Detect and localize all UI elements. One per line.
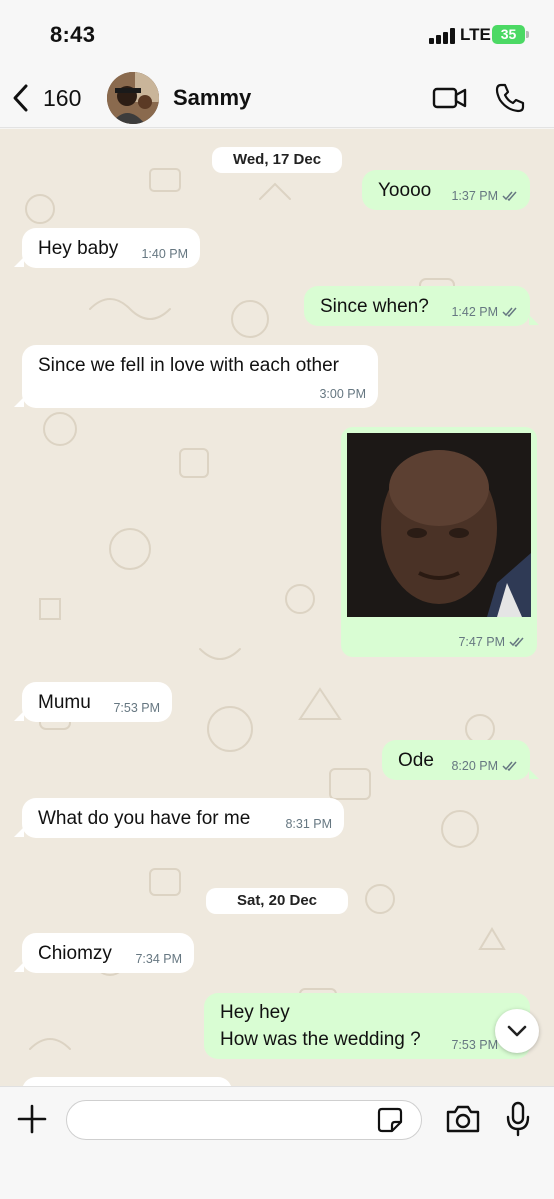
message-text-line-1: Hey hey: [220, 1002, 290, 1023]
message-meta: 7:53 PM: [113, 701, 160, 715]
back-unread-count[interactable]: 160: [43, 85, 81, 112]
scroll-to-bottom-button[interactable]: [495, 1009, 539, 1053]
message-time: 3:00 PM: [319, 387, 366, 401]
date-separator: Wed, 17 Dec: [212, 147, 342, 173]
message-meta: 7:34 PM: [135, 952, 182, 966]
chat-header: 160 Sammy: [0, 70, 554, 128]
message-meta: 1:37 PM: [451, 189, 518, 203]
bubble-tail: [529, 769, 539, 779]
outgoing-message[interactable]: Yoooo 1:37 PM: [362, 170, 530, 210]
message-time: 7:53 PM: [451, 1038, 498, 1052]
outgoing-message[interactable]: Ode 8:20 PM: [382, 740, 530, 780]
message-text: Hey baby: [38, 238, 119, 259]
message-time: 1:40 PM: [141, 247, 188, 261]
microphone-icon[interactable]: [505, 1101, 531, 1137]
incoming-message[interactable]: Since we fell in love with each other 3:…: [22, 345, 378, 408]
message-text: Since when?: [320, 296, 429, 317]
double-check-icon: [502, 191, 517, 201]
message-meta: 3:00 PM: [319, 387, 366, 401]
status-bar: 8:43 LTE 35: [0, 0, 554, 70]
message-text-line-2: How was the wedding ?: [220, 1029, 421, 1050]
message-meta: 1:42 PM: [451, 305, 518, 319]
camera-icon[interactable]: [445, 1104, 481, 1134]
video-call-icon[interactable]: [432, 84, 468, 112]
message-time: 8:31 PM: [285, 817, 332, 831]
message-text: Chiomzy: [38, 943, 112, 964]
message-time: 8:20 PM: [451, 759, 498, 773]
outgoing-message[interactable]: Hey hey How was the wedding ? 7:53 PM: [204, 993, 530, 1059]
message-time: 7:53 PM: [113, 701, 160, 715]
incoming-message[interactable]: Hey baby 1:40 PM: [22, 228, 200, 268]
chevron-down-icon: [507, 1025, 527, 1037]
outgoing-image-message[interactable]: 7:47 PM: [341, 427, 537, 657]
plus-icon[interactable]: [16, 1103, 48, 1135]
contact-name[interactable]: Sammy: [173, 85, 251, 111]
outgoing-message[interactable]: Since when? 1:42 PM: [304, 286, 530, 326]
incoming-message[interactable]: Chiomzy 7:34 PM: [22, 933, 194, 973]
message-meta: 8:20 PM: [451, 759, 518, 773]
chat-area[interactable]: Wed, 17 Dec Yoooo 1:37 PM Hey baby 1:40 …: [0, 129, 554, 1086]
battery-icon: 35: [492, 25, 525, 44]
message-text: Since we fell in love with each other: [38, 355, 339, 376]
message-text: Yoooo: [378, 180, 432, 201]
battery-tip: [526, 31, 529, 38]
message-text: Ode: [398, 750, 434, 771]
message-meta: 7:47 PM: [458, 635, 525, 649]
date-separator: Sat, 20 Dec: [206, 888, 348, 914]
message-text: What do you have for me: [38, 808, 251, 829]
message-meta: 8:31 PM: [285, 817, 332, 831]
signal-strength-icon: [429, 28, 455, 44]
phone-call-icon[interactable]: [494, 82, 526, 114]
network-label: LTE: [460, 25, 491, 44]
double-check-icon: [502, 307, 517, 317]
avatar[interactable]: [107, 72, 159, 124]
composer-bar: [0, 1086, 554, 1199]
status-time: 8:43: [50, 22, 96, 47]
shared-photo[interactable]: [347, 433, 531, 617]
message-time: 7:34 PM: [135, 952, 182, 966]
double-check-icon: [509, 637, 524, 647]
incoming-message[interactable]: Mumu 7:53 PM: [22, 682, 172, 722]
message-input[interactable]: [66, 1100, 422, 1140]
sticker-icon[interactable]: [377, 1107, 403, 1133]
back-chevron-icon[interactable]: [10, 83, 32, 113]
message-time: 1:37 PM: [451, 189, 498, 203]
message-time: 1:42 PM: [451, 305, 498, 319]
incoming-message-partial[interactable]: [22, 1077, 232, 1086]
incoming-message[interactable]: What do you have for me 8:31 PM: [22, 798, 344, 838]
message-meta: 1:40 PM: [141, 247, 188, 261]
message-time: 7:47 PM: [458, 635, 505, 649]
bubble-tail: [529, 315, 539, 325]
double-check-icon: [502, 761, 517, 771]
message-text: Mumu: [38, 692, 91, 713]
